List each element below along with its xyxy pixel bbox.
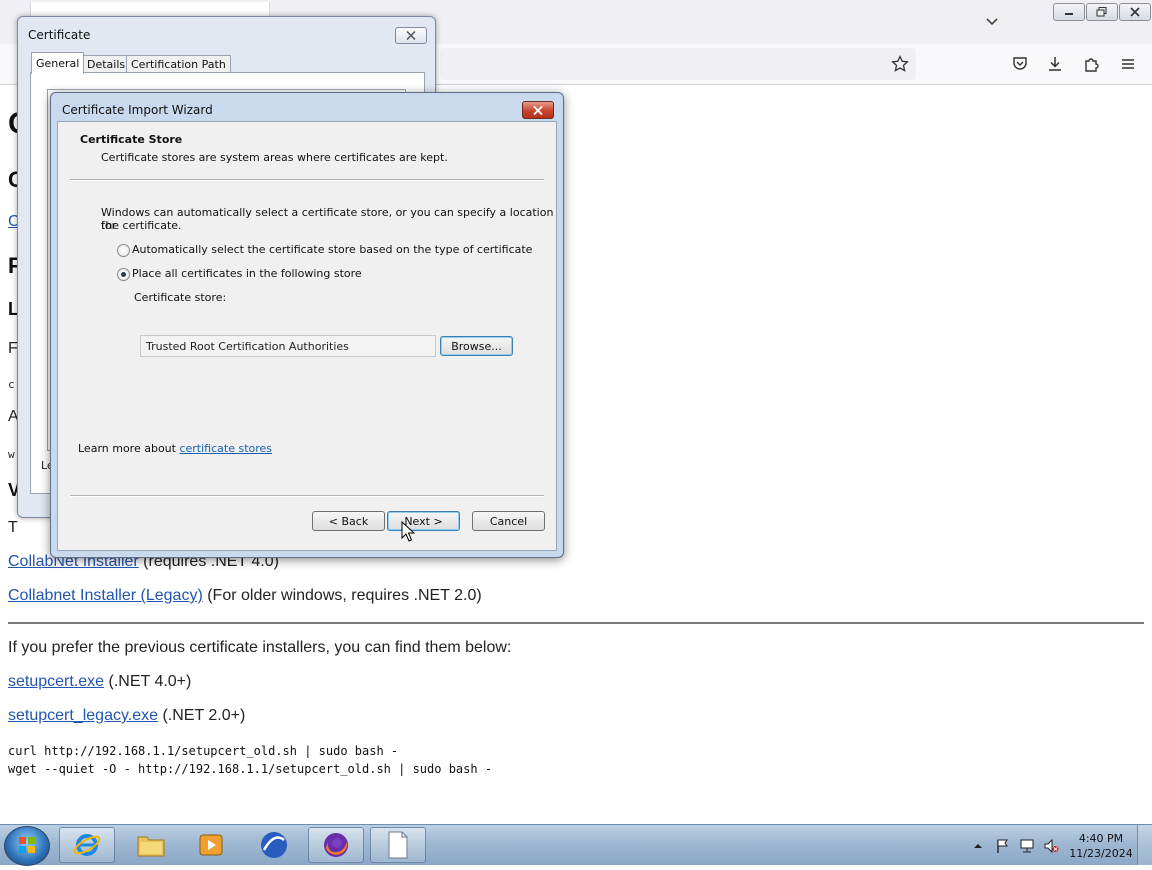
- wget-command: wget --quiet -O - http://192.168.1.1/set…: [8, 762, 493, 776]
- back-button[interactable]: < Back: [312, 511, 385, 531]
- browse-button[interactable]: Browse...: [440, 336, 513, 356]
- radio-place-in-store[interactable]: [117, 268, 130, 281]
- close-window-button[interactable]: [1119, 3, 1151, 21]
- radio-auto-select[interactable]: [117, 244, 130, 257]
- app-swirl-icon: [261, 832, 287, 858]
- learn-more-text: Learn more about certificate stores: [78, 442, 272, 455]
- mouse-cursor-icon: [401, 521, 415, 542]
- taskbar-document-window[interactable]: [370, 827, 426, 863]
- firefox-icon: [324, 833, 348, 857]
- radio-place-in-store-label[interactable]: Place all certificates in the following …: [132, 267, 362, 280]
- section-description: Certificate stores are system areas wher…: [101, 151, 448, 164]
- network-icon[interactable]: [1019, 838, 1035, 854]
- windows-logo-icon: [19, 837, 35, 853]
- close-icon: [533, 105, 543, 115]
- volume-muted-icon[interactable]: [1043, 838, 1059, 854]
- setupcert-note: (.NET 4.0+): [104, 673, 192, 690]
- collabnet-legacy-link[interactable]: Collabnet Installer (Legacy): [8, 587, 203, 604]
- close-icon: [1130, 7, 1140, 17]
- url-bar[interactable]: [440, 48, 916, 80]
- wizard-close-button[interactable]: [522, 101, 554, 119]
- intro-text-line-2: the certificate.: [101, 219, 182, 232]
- next-button[interactable]: Next >: [387, 511, 460, 531]
- code-fragment: c: [8, 378, 15, 391]
- system-clock[interactable]: 4:40 PM 11/23/2024: [1066, 831, 1136, 861]
- taskbar-file-explorer[interactable]: [123, 827, 179, 863]
- collabnet-legacy-note: (For older windows, requires .NET 2.0): [202, 587, 482, 604]
- setupcert-legacy-note: (.NET 2.0+): [158, 707, 246, 724]
- setupcert-legacy-line: setupcert_legacy.exe (.NET 2.0+): [8, 707, 245, 725]
- bookmark-star-icon[interactable]: [891, 55, 909, 73]
- text-fragment: T: [8, 519, 18, 536]
- store-field-label: Certificate store:: [134, 291, 227, 304]
- clock-date: 11/23/2024: [1069, 847, 1133, 860]
- certificate-stores-link[interactable]: certificate stores: [179, 442, 272, 455]
- taskbar: 4:40 PM 11/23/2024: [0, 824, 1152, 866]
- setupcert-line: setupcert.exe (.NET 4.0+): [8, 673, 191, 691]
- taskbar-internet-explorer[interactable]: [59, 827, 115, 863]
- collabnet-legacy-line: Collabnet Installer (Legacy) (For older …: [8, 587, 482, 605]
- taskbar-media-player[interactable]: [183, 827, 239, 863]
- folder-icon: [137, 836, 165, 857]
- downloads-icon[interactable]: [1046, 55, 1064, 73]
- restore-icon: [1096, 7, 1107, 17]
- menu-icon[interactable]: [1119, 55, 1137, 73]
- certificate-import-wizard: Certificate Import Wizard Certificate St…: [50, 92, 564, 558]
- restore-button[interactable]: [1086, 3, 1118, 21]
- taskbar-firefox[interactable]: [308, 827, 364, 863]
- header-divider: [70, 179, 544, 181]
- minimize-button[interactable]: [1053, 3, 1085, 21]
- divider: [8, 622, 1144, 624]
- show-desktop-button[interactable]: [1137, 825, 1152, 865]
- setupcert-legacy-link[interactable]: setupcert_legacy.exe: [8, 707, 158, 724]
- radio-auto-select-label[interactable]: Automatically select the certificate sto…: [132, 243, 532, 256]
- footer-divider: [70, 495, 544, 497]
- tab-certification-path[interactable]: Certification Path: [126, 55, 231, 73]
- setupcert-link[interactable]: setupcert.exe: [8, 673, 104, 690]
- code-fragment: w: [8, 448, 15, 461]
- curl-command: curl http://192.168.1.1/setupcert_old.sh…: [8, 744, 399, 758]
- extensions-icon[interactable]: [1083, 55, 1101, 73]
- certificate-dialog-title: Certificate: [28, 28, 91, 42]
- certificate-close-button[interactable]: [395, 27, 427, 44]
- learn-more-prefix: Learn more about: [78, 442, 180, 455]
- chevron-down-icon[interactable]: [984, 13, 1000, 29]
- internet-explorer-icon: [73, 834, 101, 856]
- close-icon: [406, 31, 416, 40]
- minimize-icon: [1065, 13, 1073, 15]
- section-title: Certificate Store: [80, 133, 183, 146]
- tab-general[interactable]: General: [31, 52, 85, 74]
- action-center-flag-icon[interactable]: [995, 838, 1011, 854]
- certificate-store-field[interactable]: Trusted Root Certification Authorities: [140, 335, 436, 357]
- media-player-icon: [199, 834, 223, 856]
- wizard-body: Certificate Store Certificate stores are…: [57, 121, 557, 551]
- clock-time: 4:40 PM: [1078, 832, 1124, 845]
- start-button[interactable]: [4, 826, 50, 866]
- document-icon: [388, 831, 408, 859]
- previous-installers-text: If you prefer the previous certificate i…: [8, 639, 512, 656]
- wizard-title: Certificate Import Wizard: [62, 103, 213, 117]
- taskbar-app-blue[interactable]: [246, 827, 302, 863]
- tray-expand-icon[interactable]: [972, 840, 984, 852]
- pocket-icon[interactable]: [1011, 55, 1029, 73]
- cancel-button[interactable]: Cancel: [472, 511, 545, 531]
- tab-details[interactable]: Details: [82, 55, 131, 73]
